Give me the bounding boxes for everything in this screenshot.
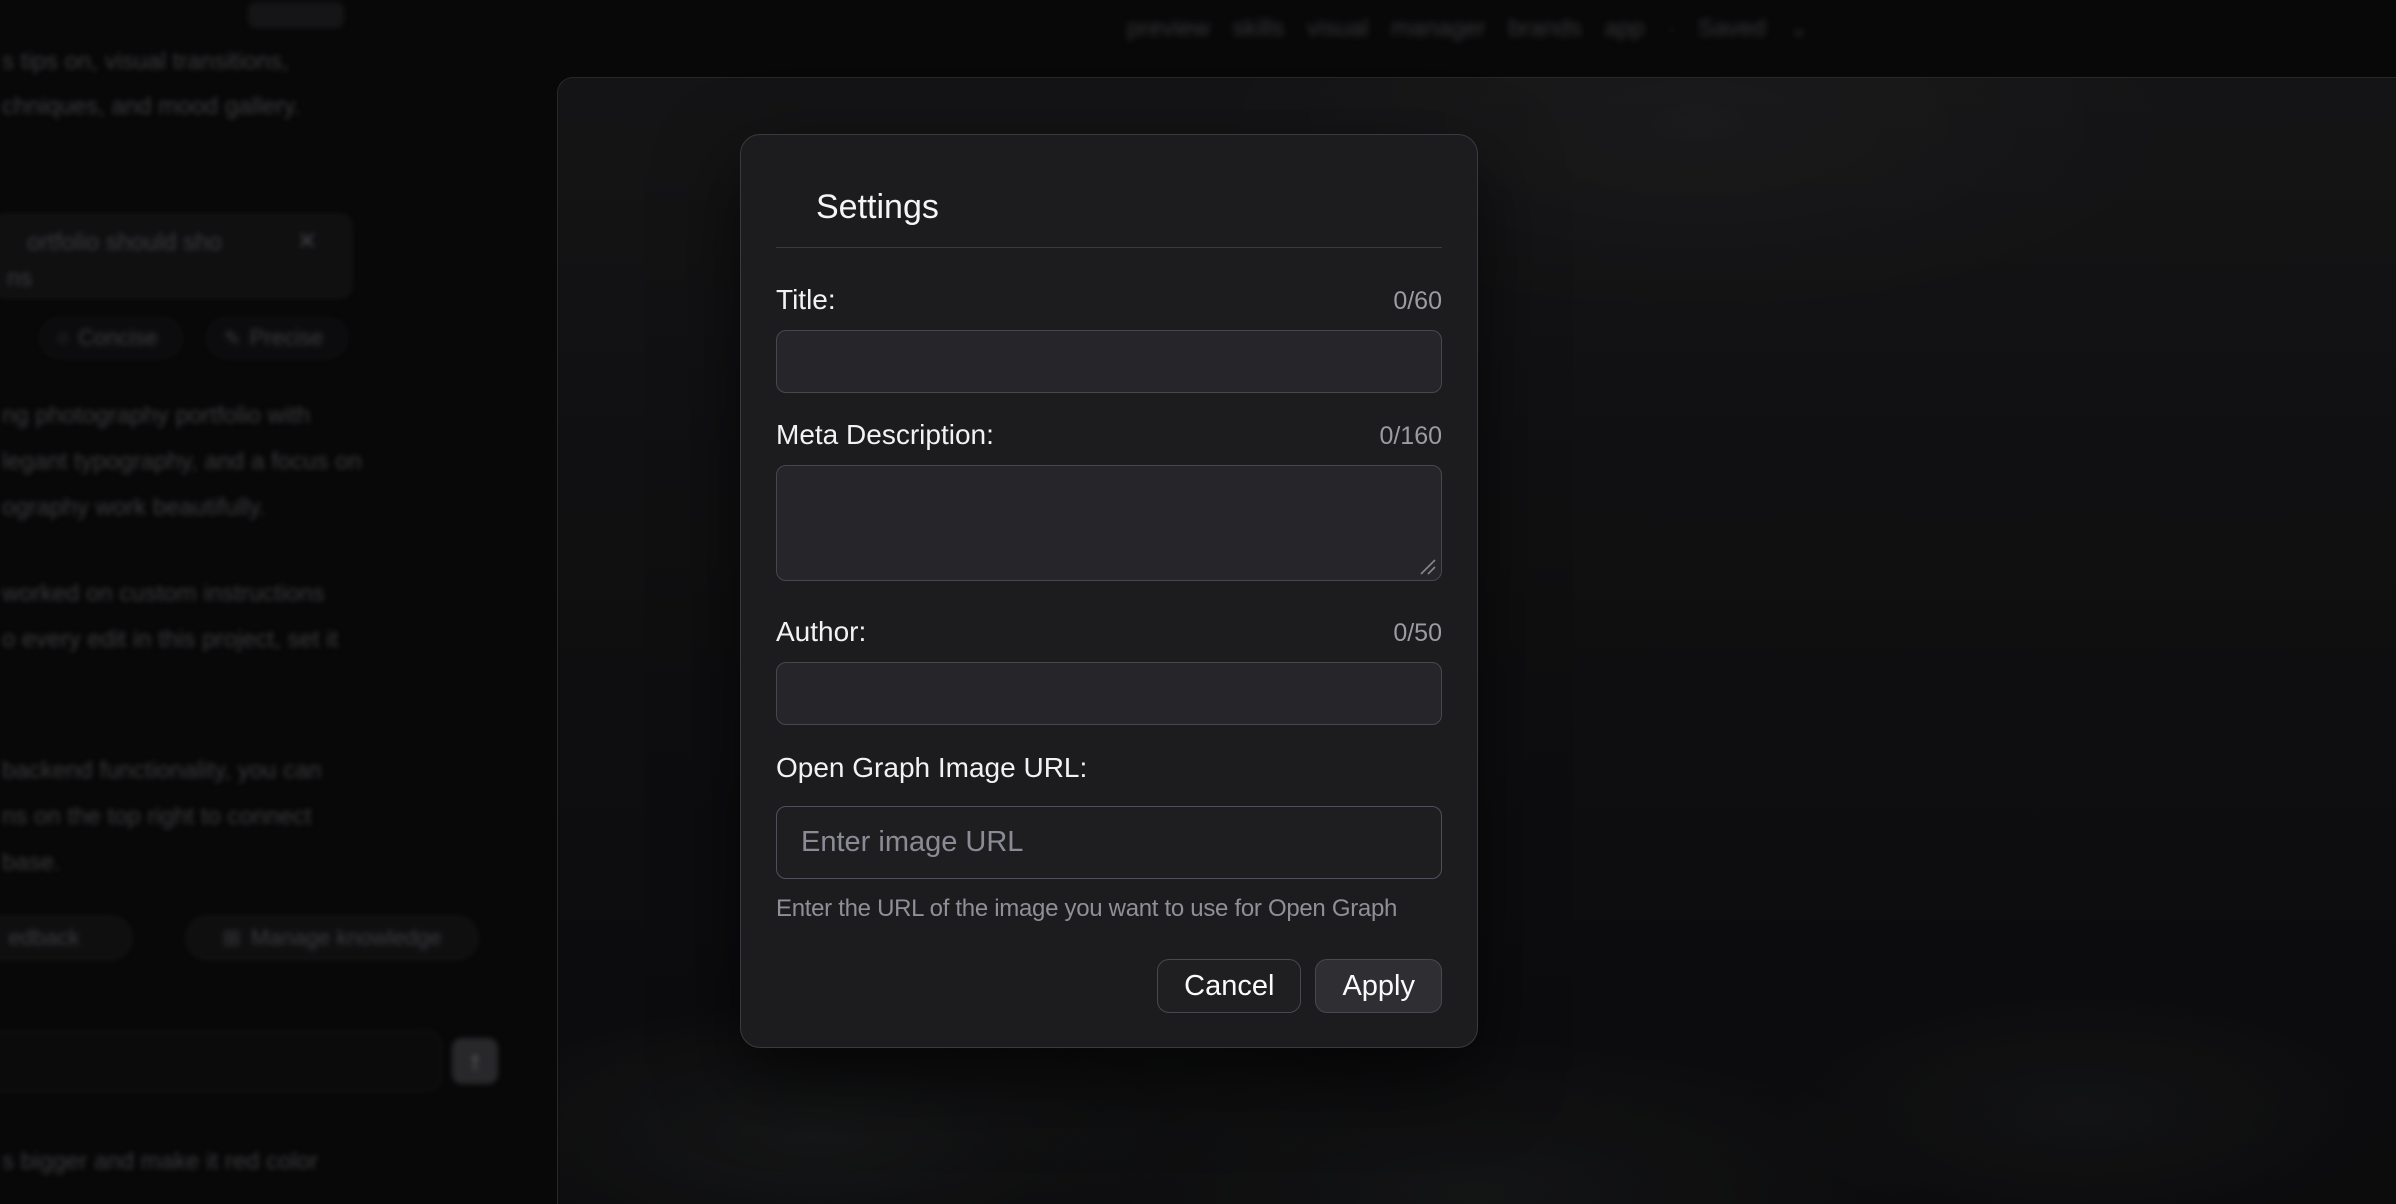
cancel-button[interactable]: Cancel xyxy=(1157,959,1301,1013)
meta-description-textarea[interactable] xyxy=(776,465,1442,581)
app-screen: s tips on, visual transitions, chniques,… xyxy=(0,0,2396,1204)
modal-title: Settings xyxy=(816,189,1442,225)
author-label: Author: xyxy=(776,616,866,648)
og-image-url-label: Open Graph Image URL: xyxy=(776,752,1087,784)
modal-divider xyxy=(776,247,1442,248)
author-char-counter: 0/50 xyxy=(1393,619,1442,648)
title-label: Title: xyxy=(776,284,836,316)
title-input[interactable] xyxy=(776,330,1442,393)
apply-button[interactable]: Apply xyxy=(1315,959,1442,1013)
meta-description-label: Meta Description: xyxy=(776,419,994,451)
author-input[interactable] xyxy=(776,662,1442,725)
title-char-counter: 0/60 xyxy=(1393,287,1442,316)
settings-modal: Settings Title: 0/60 Meta Description: 0… xyxy=(740,134,1478,1048)
og-image-url-input[interactable] xyxy=(776,806,1442,879)
meta-description-char-counter: 0/160 xyxy=(1379,422,1442,451)
og-image-url-helper-text: Enter the URL of the image you want to u… xyxy=(776,894,1442,924)
